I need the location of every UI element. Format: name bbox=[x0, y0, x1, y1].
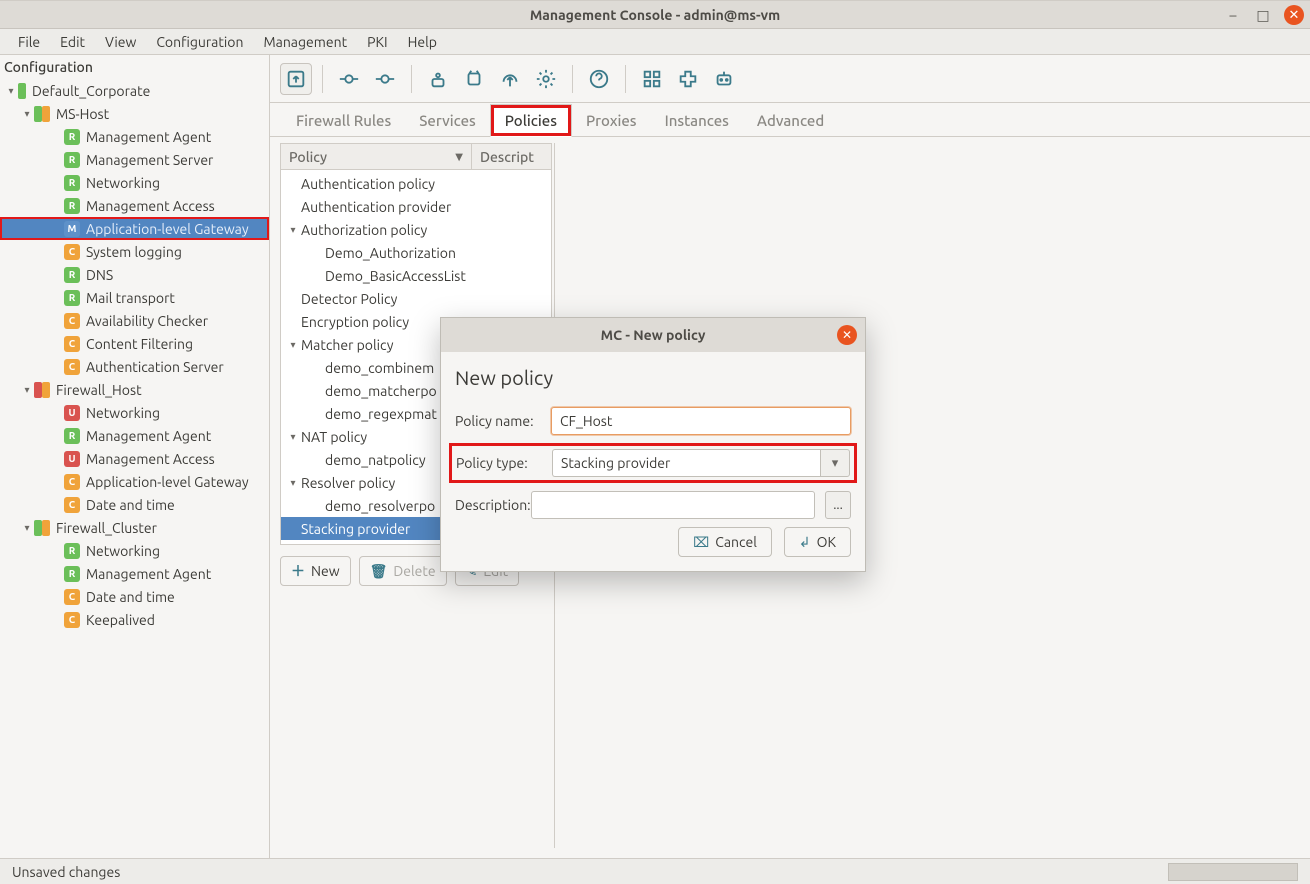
ok-icon: ↲ bbox=[799, 534, 811, 551]
dialog-heading: New policy bbox=[455, 366, 851, 389]
description-input[interactable] bbox=[531, 491, 815, 519]
ok-button[interactable]: ↲OK bbox=[784, 527, 851, 557]
dialog-titlebar: MC - New policy ✕ bbox=[441, 318, 865, 352]
policy-type-row-highlight: Policy type: Stacking provider ▾ bbox=[449, 443, 857, 483]
app-window: Management Console - admin@ms-vm – □ ✕ F… bbox=[0, 0, 1310, 884]
dialog-title-text: MC - New policy bbox=[601, 327, 706, 343]
dialog-overlay: MC - New policy ✕ New policy Policy name… bbox=[0, 1, 1310, 884]
description-more-button[interactable]: ... bbox=[825, 491, 851, 519]
policy-type-label: Policy type: bbox=[456, 455, 552, 471]
cancel-icon: ⌧ bbox=[693, 534, 709, 551]
policy-name-input[interactable] bbox=[551, 407, 851, 435]
dialog-close-button[interactable]: ✕ bbox=[837, 325, 857, 345]
policy-type-value: Stacking provider bbox=[552, 449, 820, 477]
chevron-down-icon[interactable]: ▾ bbox=[820, 449, 850, 477]
new-policy-dialog: MC - New policy ✕ New policy Policy name… bbox=[440, 317, 866, 572]
policy-name-label: Policy name: bbox=[455, 413, 551, 429]
policy-type-combo[interactable]: Stacking provider ▾ bbox=[552, 449, 850, 477]
cancel-button[interactable]: ⌧Cancel bbox=[678, 527, 772, 557]
description-label: Description: bbox=[455, 497, 531, 513]
